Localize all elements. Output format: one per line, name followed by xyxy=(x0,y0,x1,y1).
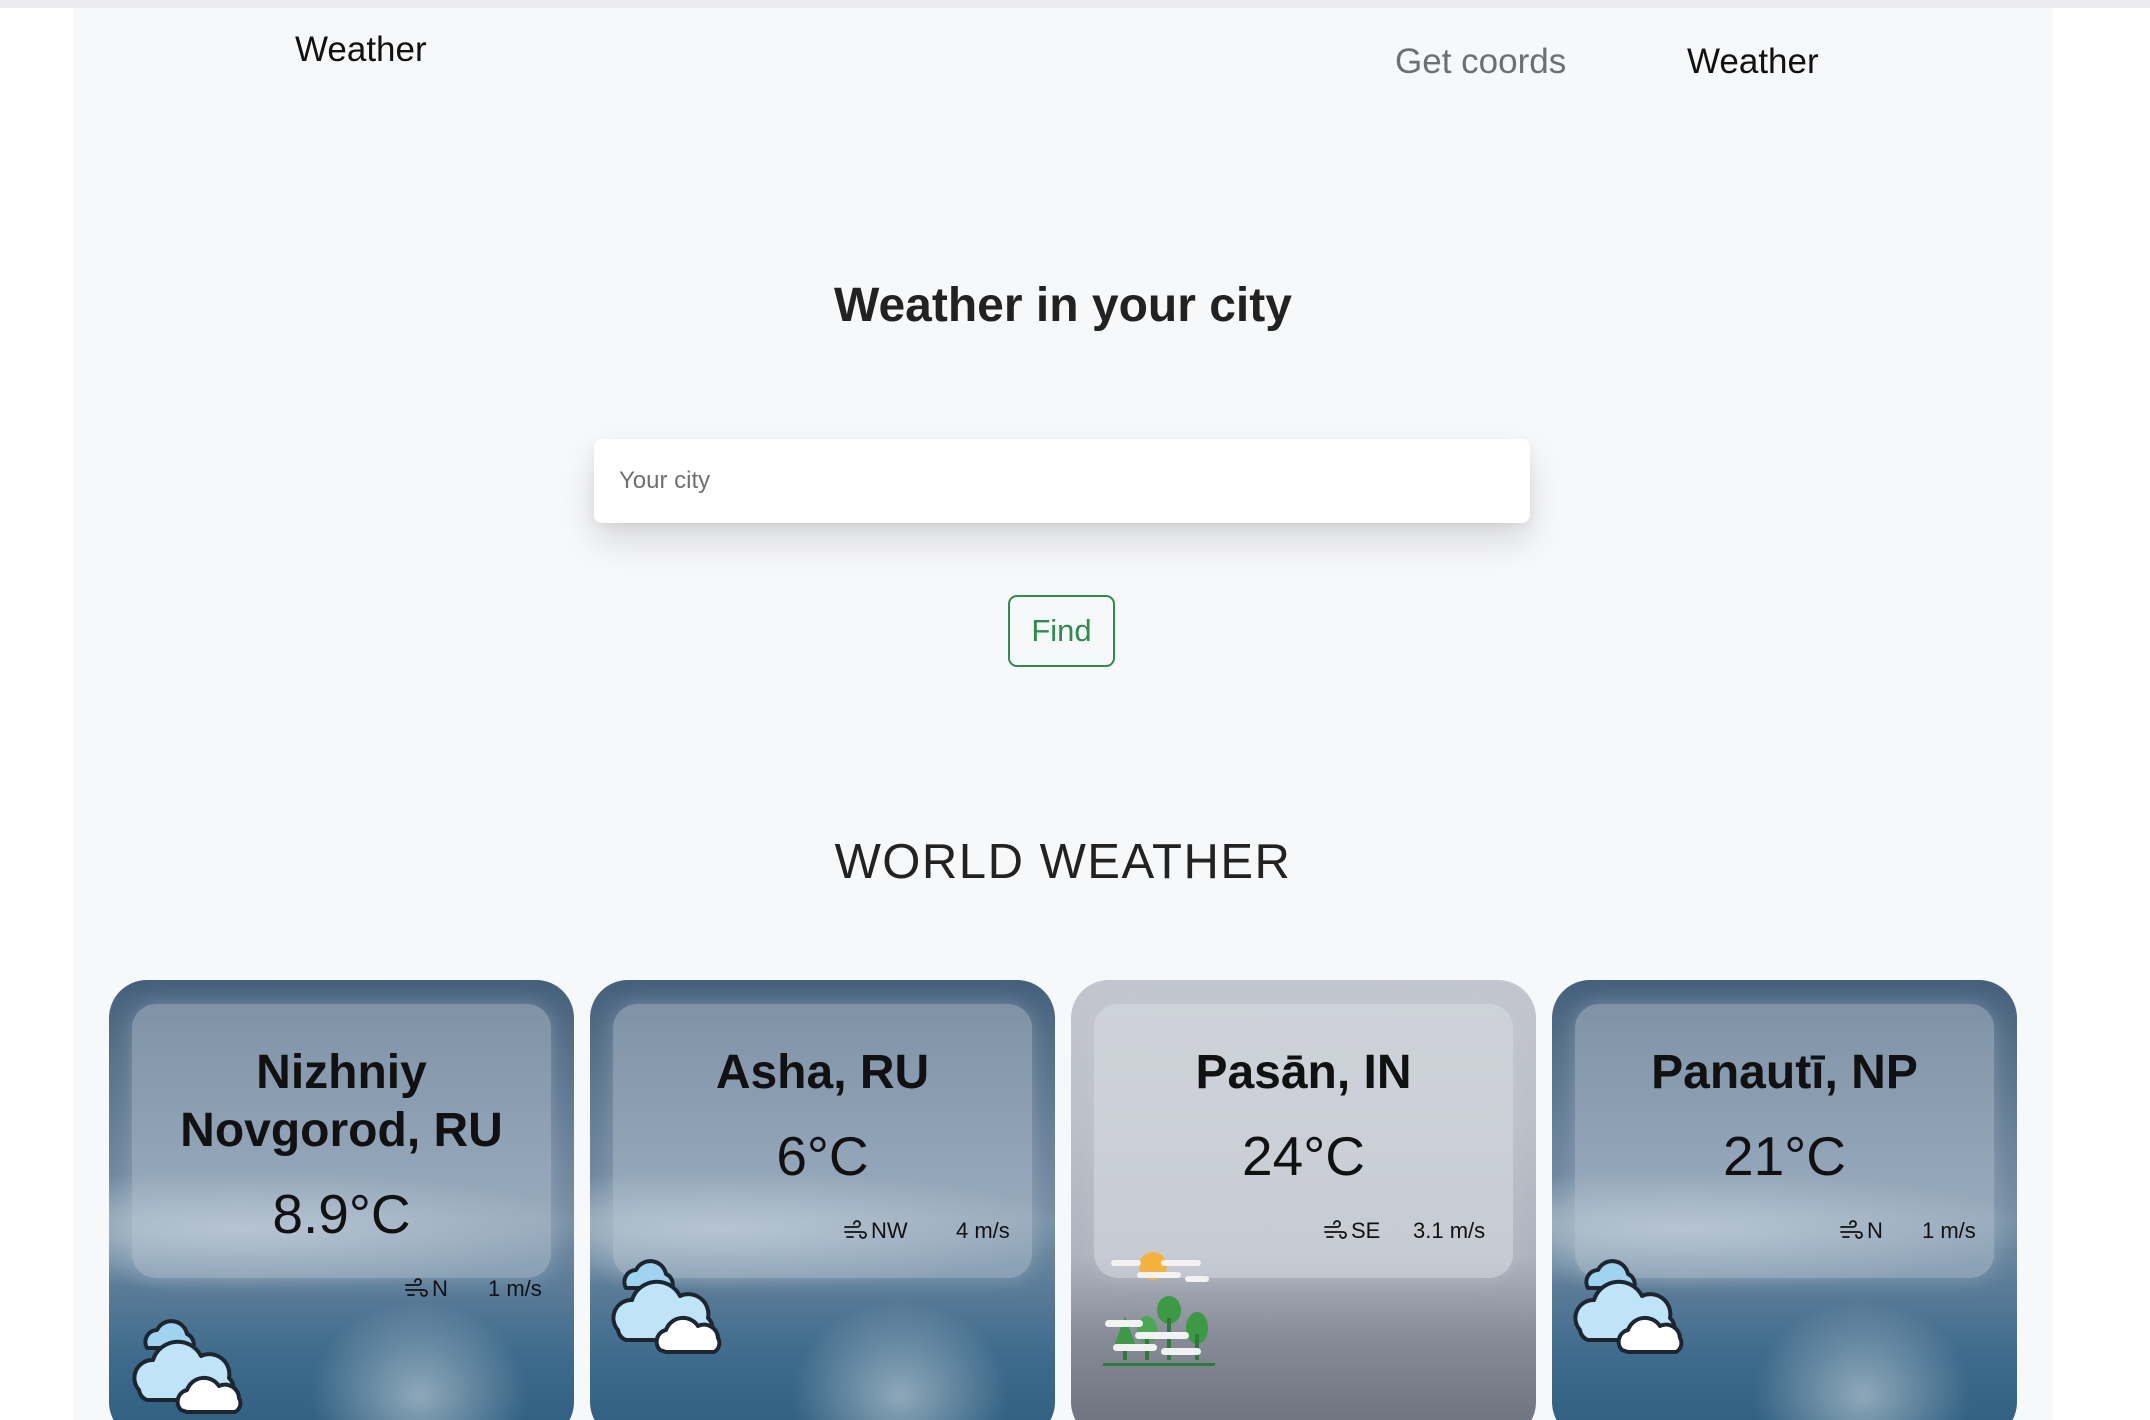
card-wind-direction: N xyxy=(432,1276,448,1301)
nav-link-weather[interactable]: Weather xyxy=(1687,42,1819,82)
card-city-name: Panautī, NP xyxy=(1651,1046,1918,1099)
card-info-panel: Asha, RU 6°C NW 4 m/s xyxy=(613,1004,1032,1278)
weather-card[interactable]: Pasān, IN 24°C SE 3.1 m/s xyxy=(1071,980,1536,1420)
card-wind-row: SE 3.1 m/s xyxy=(1094,1214,1513,1248)
weather-card[interactable]: Nizhniy Novgorod, RU 8.9°C N 1 m/s xyxy=(109,980,574,1420)
nav-link-get-coords[interactable]: Get coords xyxy=(1395,42,1566,82)
cloudy-icon xyxy=(611,1259,722,1354)
city-search-box xyxy=(594,439,1530,523)
card-background-mist xyxy=(1752,1300,1972,1420)
cloudy-icon xyxy=(132,1319,243,1414)
wind-icon xyxy=(844,1220,867,1239)
card-temperature: 24°C xyxy=(1242,1125,1365,1187)
card-wind-row: NW 4 m/s xyxy=(613,1214,1032,1248)
brand-logo-text[interactable]: Weather xyxy=(295,30,427,70)
wind-icon xyxy=(1324,1220,1347,1239)
wind-icon xyxy=(405,1278,428,1297)
card-info-panel: Panautī, NP 21°C N 1 m/s xyxy=(1575,1004,1994,1278)
card-temperature: 6°C xyxy=(776,1125,869,1187)
card-wind-direction: NW xyxy=(871,1218,908,1243)
card-city-name: Asha, RU xyxy=(715,1046,930,1099)
weather-card[interactable]: Panautī, NP 21°C N 1 m/s xyxy=(1552,980,2017,1420)
card-background-mist xyxy=(309,1300,529,1420)
weather-card[interactable]: Asha, RU 6°C NW 4 m/s xyxy=(590,980,1055,1420)
card-temperature: 8.9°C xyxy=(272,1183,411,1245)
card-background-mist xyxy=(790,1300,1010,1420)
city-search-input[interactable] xyxy=(594,439,1530,523)
card-info-panel: Nizhniy Novgorod, RU 8.9°C N 1 m/s xyxy=(132,1004,551,1301)
card-wind-speed: 4 m/s xyxy=(956,1218,1010,1243)
card-wind-direction: SE xyxy=(1351,1218,1381,1243)
hero-title: Weather in your city xyxy=(834,279,1292,332)
haze-icon xyxy=(1103,1252,1215,1366)
card-wind-speed: 3.1 m/s xyxy=(1413,1218,1486,1243)
card-wind-direction: N xyxy=(1867,1218,1883,1243)
cloudy-icon xyxy=(1573,1259,1684,1354)
find-button[interactable]: Find xyxy=(1008,595,1115,667)
card-city-name: Nizhniy Novgorod, RU xyxy=(180,1046,503,1157)
page-container: Weather Get coords Weather Weather in yo… xyxy=(73,8,2053,1420)
card-wind-row: N 1 m/s xyxy=(132,1272,551,1306)
world-weather-title: WORLD WEATHER xyxy=(834,835,1292,889)
card-wind-row: N 1 m/s xyxy=(1575,1214,1994,1248)
card-city-name: Pasān, IN xyxy=(1195,1046,1412,1099)
card-wind-speed: 1 m/s xyxy=(1922,1218,1976,1243)
card-info-panel: Pasān, IN 24°C SE 3.1 m/s xyxy=(1094,1004,1513,1278)
wind-icon xyxy=(1840,1220,1863,1239)
card-wind-speed: 1 m/s xyxy=(488,1276,542,1301)
browser-top-strip xyxy=(0,0,2150,8)
card-temperature: 21°C xyxy=(1723,1125,1846,1187)
